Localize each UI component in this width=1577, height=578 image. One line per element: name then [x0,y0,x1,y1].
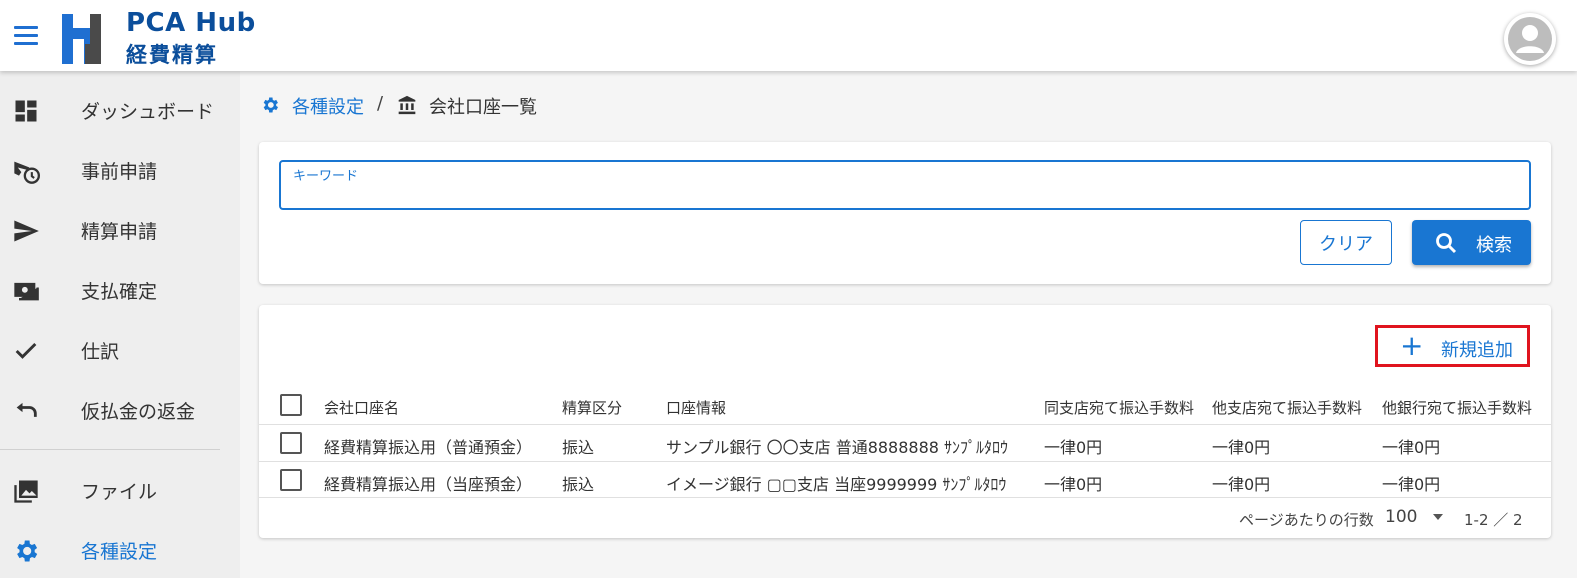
account-list-panel: + 新規追加 会社口座名 精算区分 口座情報 同支店宛て振込手数料 他支店宛て振… [259,305,1551,538]
undo-icon [16,402,37,417]
search-panel: キーワード クリア 検索 [259,142,1551,284]
sidebar-item-label: 各種設定 [81,541,158,563]
sidebar-item-label: ダッシュボード [81,101,215,123]
search-button-label: 検索 [1476,235,1512,256]
row-checkbox[interactable] [280,432,302,454]
row-checkbox[interactable] [280,469,302,491]
breadcrumb-separator: / [377,93,384,114]
sidebar-item-label: 仕訳 [81,341,120,363]
bank-icon [398,95,416,115]
clear-button[interactable]: クリア [1300,220,1392,265]
photo-library-icon [14,480,38,503]
search-button[interactable]: 検索 [1412,220,1531,265]
settlement-type: 振込 [562,475,595,494]
select-all-checkbox[interactable] [280,394,302,416]
keyword-input[interactable] [293,182,1513,206]
table-row[interactable]: 経費精算振込用（普通預金） 振込 サンプル銀行 〇〇支店 普通8888888 ｻ… [259,424,1551,461]
sidebar-item-files[interactable]: ファイル [0,463,240,515]
person-icon [1508,17,1552,61]
page-title: 会社口座一覧 [429,97,537,118]
keyword-field[interactable]: キーワード [279,160,1531,210]
check-icon [15,342,37,359]
dashboard-icon [15,100,37,122]
other-bank-fee: 一律0円 [1382,438,1441,457]
logo-title: PCA Hub [126,8,256,38]
breadcrumb-link-settings[interactable]: 各種設定 [292,93,364,119]
gear-icon [263,97,278,113]
column-header[interactable]: 他銀行宛て振込手数料 [1382,397,1532,418]
table-row[interactable]: 経費精算振込用（当座預金） 振込 イメージ銀行 ▢▢支店 当座9999999 ｻ… [259,461,1551,498]
same-branch-fee: 一律0円 [1044,475,1103,494]
sidebar-item-label: ファイル [81,481,158,503]
chevron-down-icon[interactable] [1431,510,1445,524]
add-new-button[interactable]: + 新規追加 [1375,325,1530,367]
sidebar: ダッシュボード 事前申請 精算申請 支払確定 仕訳 仮払金の返金 ファイル 各種… [0,71,240,578]
other-bank-fee: 一律0円 [1382,475,1441,494]
column-header[interactable]: 同支店宛て振込手数料 [1044,397,1194,418]
same-branch-fee: 一律0円 [1044,438,1103,457]
menu-icon[interactable] [12,26,40,48]
logo-mark-icon [62,14,101,64]
sidebar-item-label: 仮払金の返金 [81,401,196,423]
app-bar: PCA Hub 経費精算 [0,0,1577,71]
sidebar-item-label: 精算申請 [81,221,158,243]
send-icon [14,220,39,242]
send-clock-icon [14,161,40,184]
sidebar-item-journal[interactable]: 仕訳 [0,323,240,375]
column-header[interactable]: 会社口座名 [324,397,399,418]
payments-icon [14,282,39,301]
account-name: 経費精算振込用（当座預金） [324,475,533,494]
column-header[interactable]: 口座情報 [666,397,726,418]
sidebar-item-payment-confirm[interactable]: 支払確定 [0,263,240,315]
sidebar-item-advance-refund[interactable]: 仮払金の返金 [0,383,240,435]
page-range: 1-2 ／ 2 [1464,511,1523,529]
sidebar-divider [0,449,220,450]
sidebar-item-label: 事前申請 [81,161,158,183]
sidebar-item-settings[interactable]: 各種設定 [0,523,240,575]
rows-per-page-label: ページあたりの行数 [1239,511,1374,529]
other-branch-fee: 一律0円 [1212,475,1271,494]
column-header[interactable]: 他支店宛て振込手数料 [1212,397,1362,418]
rows-per-page-select[interactable]: 100 [1385,507,1417,527]
account-info: イメージ銀行 ▢▢支店 当座9999999 ｻﾝﾌﾟﾙﾀﾛｳ [666,475,1007,494]
logo-subtitle: 経費精算 [126,43,218,67]
table-header: 会社口座名 精算区分 口座情報 同支店宛て振込手数料 他支店宛て振込手数料 他銀… [259,387,1551,424]
add-new-label: 新規追加 [1441,340,1513,361]
sidebar-item-dashboard[interactable]: ダッシュボード [0,83,240,135]
sidebar-item-pre-application[interactable]: 事前申請 [0,143,240,195]
column-header[interactable]: 精算区分 [562,397,622,418]
account-info: サンプル銀行 〇〇支店 普通8888888 ｻﾝﾌﾟﾙﾀﾛｳ [666,438,1009,457]
settlement-type: 振込 [562,438,595,457]
other-branch-fee: 一律0円 [1212,438,1271,457]
account-name: 経費精算振込用（普通預金） [324,438,533,457]
sidebar-item-expense-application[interactable]: 精算申請 [0,203,240,255]
plus-icon: + [1400,329,1424,362]
pagination: ページあたりの行数 100 1-2 ／ 2 [259,506,1551,530]
sidebar-item-label: 支払確定 [81,281,158,303]
avatar[interactable] [1504,13,1556,65]
search-icon [1436,233,1457,254]
gear-icon [17,540,38,562]
